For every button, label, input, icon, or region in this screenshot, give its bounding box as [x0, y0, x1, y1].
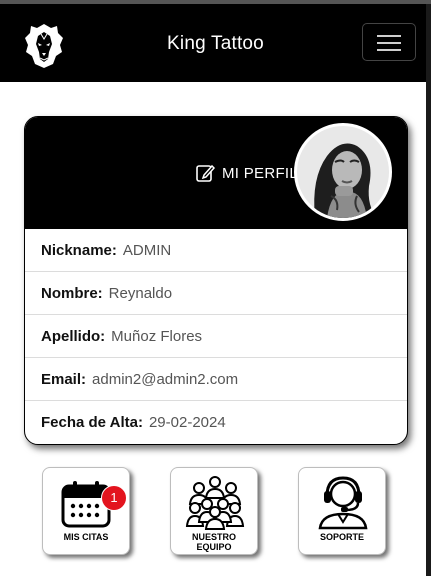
soporte-button[interactable]: SOPORTE: [298, 467, 386, 555]
avatar: [294, 123, 392, 221]
field-apellido: Apellido: Muñoz Flores: [25, 315, 407, 358]
avatar-portrait: [297, 126, 389, 218]
field-label: Email:: [41, 370, 87, 388]
field-label: Nickname:: [41, 241, 117, 259]
field-fecha-alta: Fecha de Alta: 29-02-2024: [25, 401, 407, 444]
navbar: King Tattoo: [0, 4, 431, 82]
field-label: Apellido:: [41, 327, 106, 345]
edit-profile-label: MI PERFIL: [222, 164, 299, 182]
notification-badge: 1: [101, 485, 127, 511]
scrollbar[interactable]: [426, 4, 431, 576]
nuestro-equipo-button[interactable]: NUESTRO EQUIPO: [170, 467, 258, 555]
hamburger-line: [377, 42, 401, 44]
support-headset-icon: [318, 476, 368, 530]
hamburger-line: [377, 49, 401, 51]
edit-pencil-icon: [196, 164, 215, 182]
field-nombre: Nombre: Reynaldo: [25, 272, 407, 315]
hamburger-line: [377, 35, 401, 37]
field-value: 29-02-2024: [148, 414, 226, 431]
tile-label: EQUIPO: [196, 542, 232, 552]
field-email: Email: admin2@admin2.com: [25, 358, 407, 401]
tile-label: SOPORTE: [319, 532, 364, 542]
profile-fields: Nickname: ADMIN Nombre: Reynaldo Apellid…: [25, 229, 407, 444]
field-value: ADMIN: [122, 241, 172, 259]
field-value: Muñoz Flores: [111, 327, 203, 345]
profile-card-header: MI PERFIL: [25, 117, 407, 229]
tile-label: MIS CITAS: [63, 532, 109, 542]
hamburger-menu-button[interactable]: [362, 23, 416, 61]
tile-label: NUESTRO: [191, 532, 236, 542]
field-label: Fecha de Alta:: [41, 414, 143, 431]
team-icon: [185, 476, 245, 530]
edit-profile-link[interactable]: MI PERFIL: [195, 162, 298, 184]
field-value: admin2@admin2.com: [92, 370, 239, 388]
profile-card: MI PERFIL Nickname: ADMIN Nombre: Reynal…: [24, 116, 408, 445]
field-nickname: Nickname: ADMIN: [25, 229, 407, 272]
field-value: Reynaldo: [108, 284, 173, 302]
field-label: Nombre:: [41, 284, 103, 302]
mis-citas-button[interactable]: 1 MIS CITAS: [42, 467, 130, 555]
